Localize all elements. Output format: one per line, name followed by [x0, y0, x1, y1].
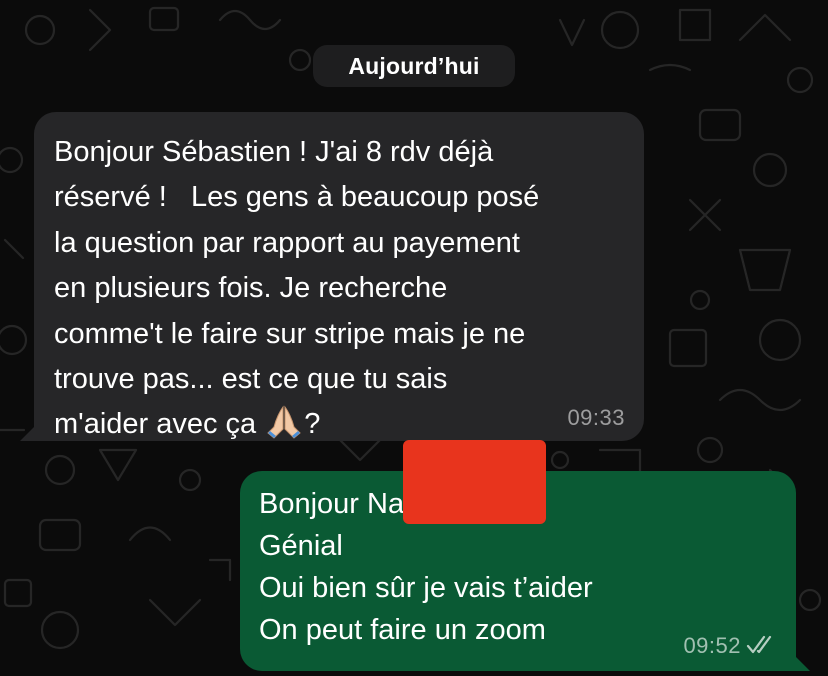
- message-timestamp: 09:33: [567, 405, 625, 430]
- message-line: Génial: [259, 530, 343, 562]
- message-line: réservé ! Les gens à beaucoup posé: [54, 181, 540, 214]
- message-line: la question par rapport au payement: [54, 226, 520, 259]
- message-line: Oui bien sûr je vais t’aider: [259, 572, 593, 604]
- date-separator: Aujourd’hui: [313, 45, 515, 87]
- message-line: trouve pas... est ce que tu sais: [54, 363, 448, 396]
- incoming-message-bubble[interactable]: Bonjour Sébastien ! J'ai 8 rdv déjà rése…: [20, 112, 644, 441]
- redaction-overlay: [403, 440, 546, 524]
- message-line: en plusieurs fois. Je recherche: [54, 272, 448, 305]
- message-timestamp: 09:52: [683, 633, 741, 658]
- bubble-tail: [792, 653, 810, 671]
- bubble-tail: [20, 423, 38, 441]
- message-text: m'aider avec ça: [54, 408, 265, 441]
- message-text-suffix: ?: [304, 408, 321, 441]
- double-check-read-icon: [746, 635, 772, 654]
- folded-hands-icon: [267, 405, 301, 440]
- message-line: Bonjour Sébastien ! J'ai 8 rdv déjà: [54, 136, 494, 168]
- message-line: comme't le faire sur stripe mais je ne: [54, 317, 526, 350]
